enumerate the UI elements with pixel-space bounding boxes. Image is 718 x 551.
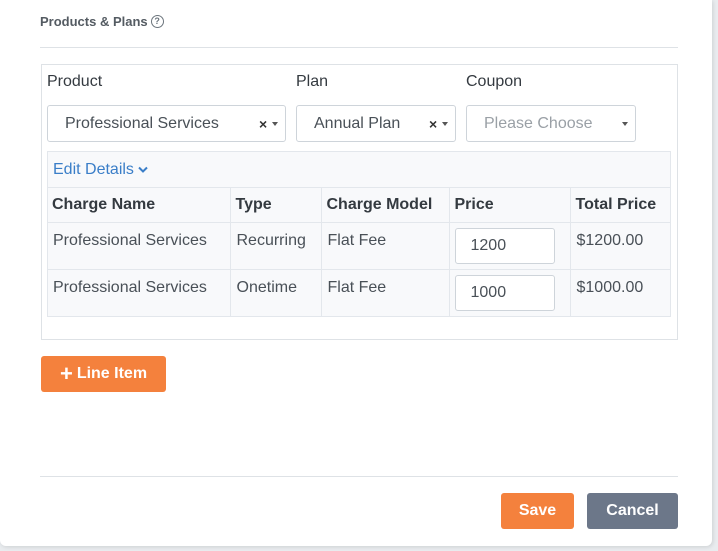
- product-select-value: Professional Services: [65, 114, 219, 132]
- price-input[interactable]: [454, 228, 555, 264]
- col-total-price: Total Price: [570, 187, 671, 223]
- product-chevron-down-icon[interactable]: [272, 121, 278, 126]
- price-cell: [449, 222, 571, 270]
- divider-bottom: [40, 476, 678, 477]
- plan-label: Plan: [296, 73, 329, 90]
- charge-name: Professional Services: [47, 269, 231, 317]
- edit-details-label: Edit Details: [53, 161, 134, 178]
- plus-icon: +: [59, 361, 73, 386]
- section-title: Products & Plans ?: [40, 14, 164, 29]
- table-row: Professional Services Recurring Flat Fee…: [47, 222, 671, 270]
- coupon-chevron-down-icon[interactable]: [622, 121, 628, 126]
- chevron-down-icon: [138, 166, 148, 173]
- add-line-item-button[interactable]: + Line Item: [41, 356, 166, 392]
- save-button[interactable]: Save: [501, 493, 574, 529]
- table-header-row: Charge Name Type Charge Model Price Tota…: [47, 187, 671, 223]
- col-charge-name: Charge Name: [47, 187, 231, 223]
- col-price: Price: [449, 187, 571, 223]
- product-select[interactable]: Professional Services ×: [47, 105, 286, 142]
- products-plans-panel: Products & Plans ? Product Plan Coupon P…: [0, 0, 712, 546]
- charge-model: Flat Fee: [321, 222, 450, 270]
- edit-details-link[interactable]: Edit Details: [53, 161, 148, 179]
- plan-select-value: Annual Plan: [314, 114, 401, 132]
- charge-name: Professional Services: [47, 222, 231, 270]
- coupon-placeholder: Please Choose: [484, 114, 593, 132]
- charge-type: Recurring: [230, 222, 322, 270]
- table-row: Professional Services Onetime Flat Fee $…: [47, 269, 671, 317]
- total-price: $1200.00: [570, 222, 671, 270]
- charge-model: Flat Fee: [321, 269, 450, 317]
- product-label: Product: [47, 73, 103, 90]
- plan-chevron-down-icon[interactable]: [442, 121, 448, 126]
- total-price: $1000.00: [570, 269, 671, 317]
- cancel-button[interactable]: Cancel: [587, 493, 678, 529]
- price-input[interactable]: [454, 275, 555, 311]
- plan-select[interactable]: Annual Plan ×: [296, 105, 456, 142]
- col-type: Type: [230, 187, 322, 223]
- col-charge-model: Charge Model: [321, 187, 450, 223]
- coupon-select[interactable]: Please Choose: [466, 105, 636, 142]
- plan-clear-icon[interactable]: ×: [429, 116, 437, 132]
- add-line-item-label: Line Item: [76, 365, 148, 382]
- coupon-label: Coupon: [466, 73, 523, 90]
- question-circle-icon[interactable]: ?: [150, 15, 164, 28]
- divider-top: [40, 47, 678, 48]
- section-title-text: Products & Plans: [40, 14, 148, 29]
- charge-type: Onetime: [230, 269, 322, 317]
- charges-table: Charge Name Type Charge Model Price Tota…: [47, 187, 671, 317]
- product-clear-icon[interactable]: ×: [259, 116, 267, 132]
- price-cell: [449, 269, 571, 317]
